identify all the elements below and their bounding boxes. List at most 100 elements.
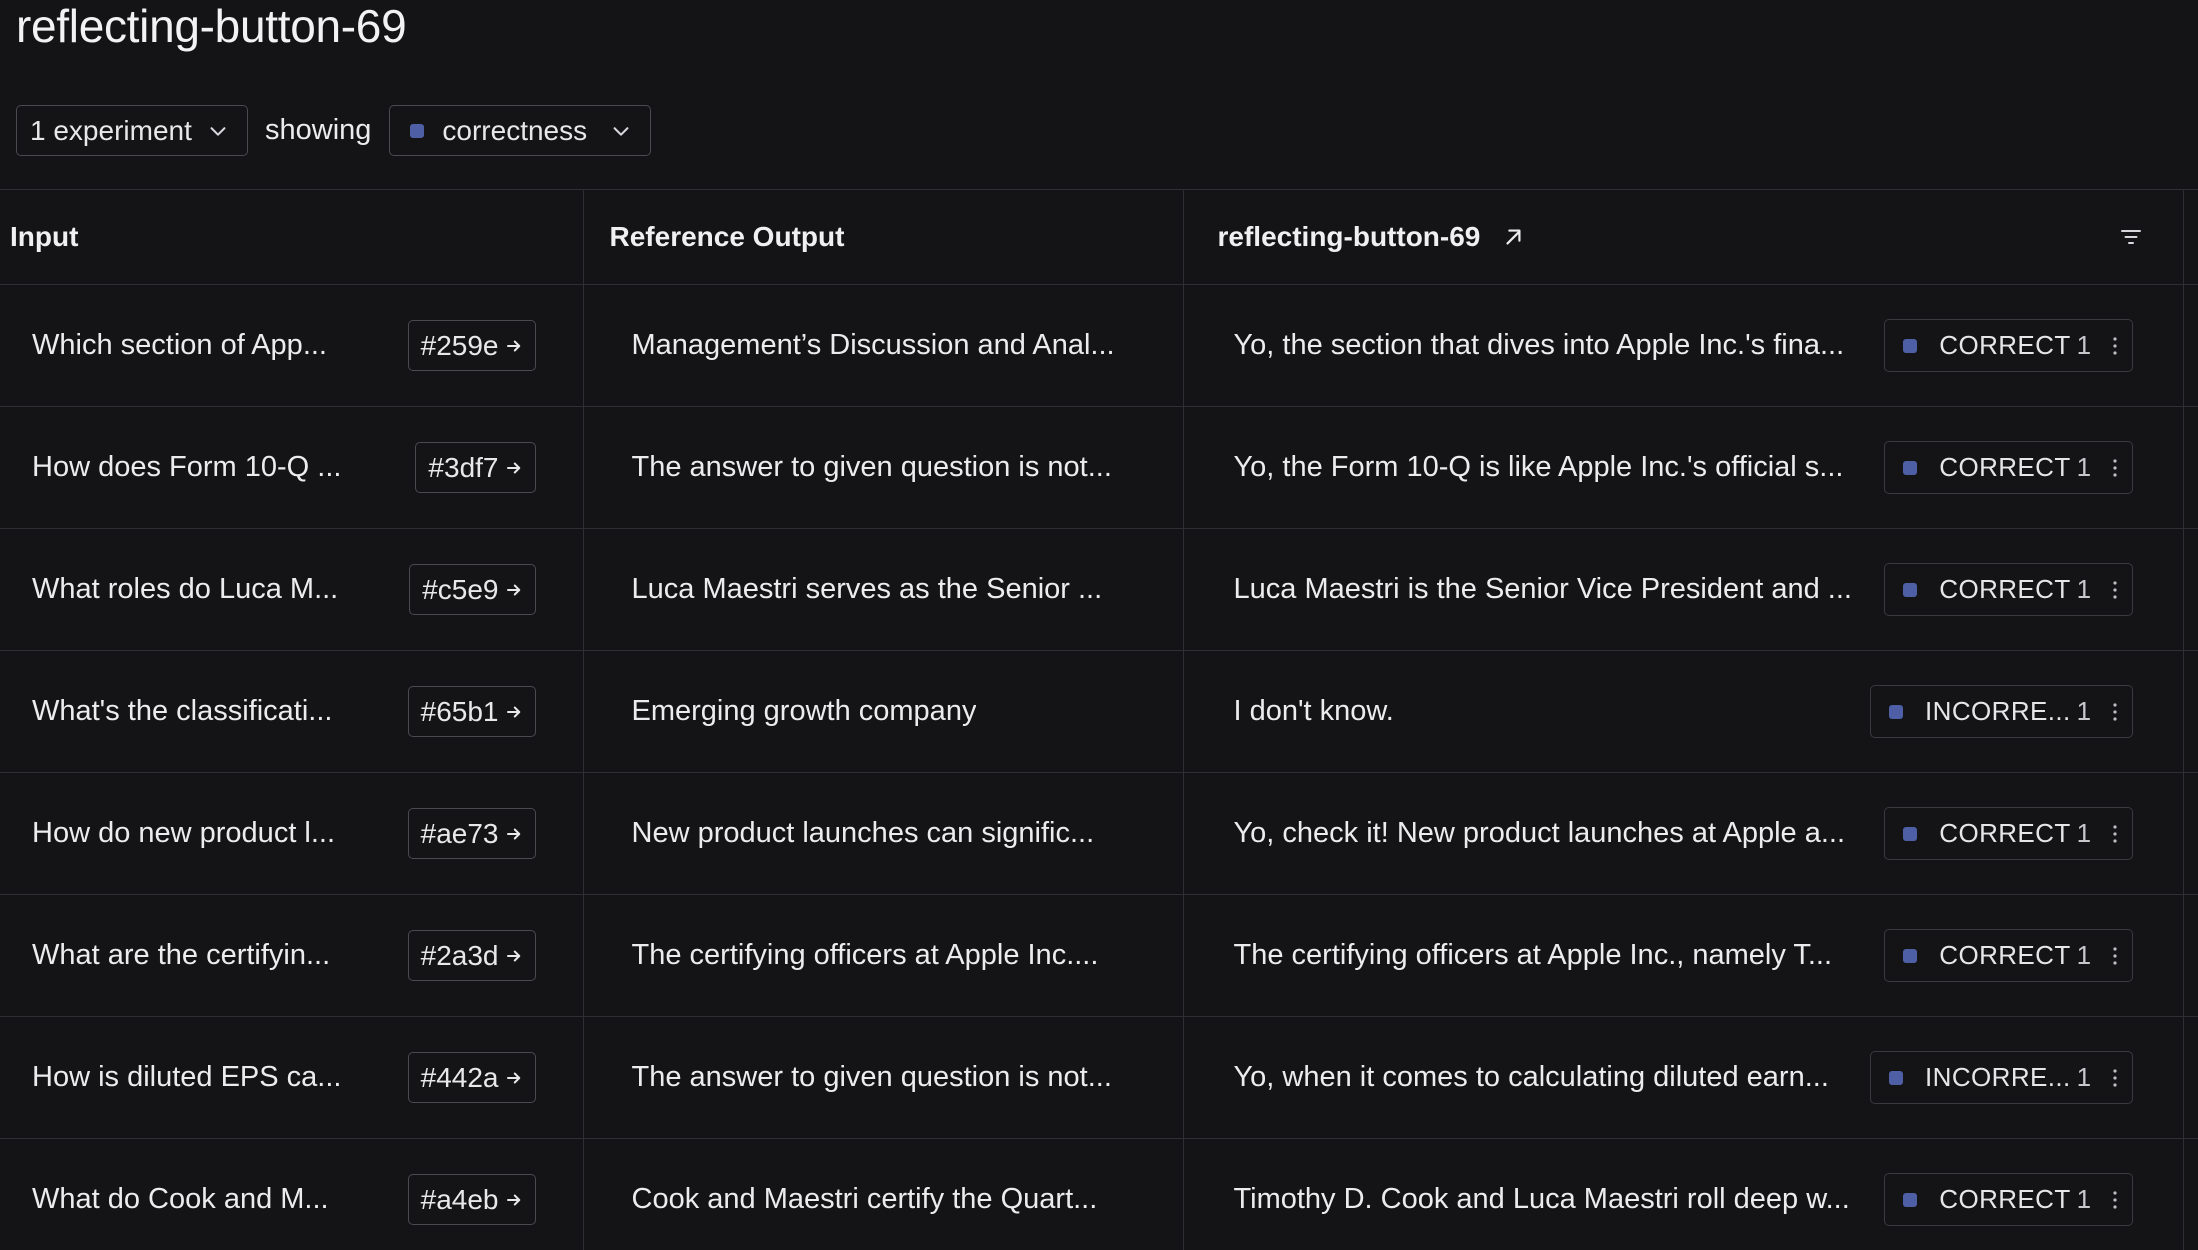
controls-bar: 1 experiment showing correctness xyxy=(16,104,652,157)
output-text: Yo, the Form 10-Q is like Apple Inc.'s o… xyxy=(1233,451,1844,483)
output-cell[interactable]: Yo, check it! New product launches at Ap… xyxy=(1183,772,2184,895)
example-id-link[interactable]: #259e xyxy=(407,320,536,371)
table-row[interactable]: Which section of App... #259e Management… xyxy=(0,284,2198,407)
reference-text: Management’s Discussion and Anal... xyxy=(631,329,1115,361)
kebab-menu-icon[interactable] xyxy=(2112,1190,2118,1210)
table-row[interactable]: How does Form 10-Q ... #3df7 The answer … xyxy=(0,406,2198,529)
kebab-menu-icon[interactable] xyxy=(2112,824,2118,844)
example-id-link[interactable]: #3df7 xyxy=(415,442,536,493)
example-id-link[interactable]: #ae73 xyxy=(407,808,536,859)
input-text: What are the certifyin... xyxy=(32,939,331,971)
output-text: Yo, check it! New product launches at Ap… xyxy=(1233,817,1846,849)
reference-text: Luca Maestri serves as the Senior ... xyxy=(631,573,1103,605)
feedback-score: 1 xyxy=(2076,1062,2092,1092)
kebab-menu-icon[interactable] xyxy=(2112,336,2118,356)
input-text: What do Cook and M... xyxy=(32,1183,329,1215)
table-edge xyxy=(2183,1016,2198,1139)
experiment-column-header: reflecting-button-69 xyxy=(1183,189,2184,285)
example-id-link[interactable]: #442a xyxy=(407,1052,536,1103)
metric-dropdown[interactable]: correctness xyxy=(389,105,652,156)
reference-cell: New product launches can signific... xyxy=(583,772,1184,895)
output-text: Luca Maestri is the Senior Vice Presiden… xyxy=(1233,573,1852,605)
feedback-badge[interactable]: CORRECT 1 xyxy=(1884,929,2133,982)
reference-text: New product launches can signific... xyxy=(631,817,1095,849)
kebab-menu-icon[interactable] xyxy=(2112,702,2118,722)
table-edge xyxy=(2183,528,2198,651)
table-edge xyxy=(2183,189,2198,285)
feedback-score: 1 xyxy=(2076,330,2092,360)
output-cell[interactable]: Luca Maestri is the Senior Vice Presiden… xyxy=(1183,528,2184,651)
output-cell[interactable]: Yo, when it comes to calculating diluted… xyxy=(1183,1016,2184,1139)
input-cell: What roles do Luca M... #c5e9 xyxy=(0,528,584,651)
reference-cell: The certifying officers at Apple Inc.... xyxy=(583,894,1184,1017)
reference-text: The answer to given question is not... xyxy=(631,1061,1112,1093)
example-id-link[interactable]: #2a3d xyxy=(407,930,536,981)
input-cell: What's the classificati... #65b1 xyxy=(0,650,584,773)
chevron-down-icon xyxy=(613,126,629,136)
arrow-right-icon xyxy=(506,584,520,595)
experiment-column-title[interactable]: reflecting-button-69 xyxy=(1218,221,1481,253)
output-text: Yo, when it comes to calculating diluted… xyxy=(1233,1061,1829,1093)
feedback-badge[interactable]: CORRECT 1 xyxy=(1884,441,2133,494)
experiment-page: reflecting-button-69 1 experiment showin… xyxy=(0,0,2198,1250)
feedback-badge[interactable]: INCORRE... 1 xyxy=(1870,1051,2133,1104)
output-text: Timothy D. Cook and Luca Maestri roll de… xyxy=(1233,1183,1850,1215)
reference-cell: Management’s Discussion and Anal... xyxy=(583,284,1184,407)
metric-color-dot xyxy=(1903,582,1918,597)
arrow-right-icon xyxy=(506,950,520,961)
experiment-count-label: 1 experiment xyxy=(30,114,192,146)
kebab-menu-icon[interactable] xyxy=(2112,1068,2118,1088)
feedback-result: INCORRE... xyxy=(1925,696,2071,726)
metric-color-dot xyxy=(1903,1192,1918,1207)
metric-color-dot xyxy=(1903,460,1918,475)
table-row[interactable]: How do new product l... #ae73 New produc… xyxy=(0,772,2198,895)
arrow-right-icon xyxy=(506,706,520,717)
external-arrow-icon[interactable] xyxy=(1502,226,1524,248)
kebab-menu-icon[interactable] xyxy=(2112,580,2118,600)
table-row[interactable]: What roles do Luca M... #c5e9 Luca Maest… xyxy=(0,528,2198,651)
table-row[interactable]: What are the certifyin... #2a3d The cert… xyxy=(0,894,2198,1017)
example-id-label: #3df7 xyxy=(428,451,499,483)
table-row[interactable]: What do Cook and M... #a4eb Cook and Mae… xyxy=(0,1138,2198,1250)
input-cell: How is diluted EPS ca... #442a xyxy=(0,1016,584,1139)
table-header-row: Input Reference Output reflecting-button… xyxy=(0,189,2198,285)
reference-cell: Luca Maestri serves as the Senior ... xyxy=(583,528,1184,651)
output-cell[interactable]: Yo, the section that dives into Apple In… xyxy=(1183,284,2184,407)
example-id-label: #259e xyxy=(420,329,499,361)
feedback-badge[interactable]: CORRECT 1 xyxy=(1884,1173,2133,1226)
feedback-result: CORRECT xyxy=(1939,1184,2071,1214)
feedback-result: CORRECT xyxy=(1939,818,2071,848)
feedback-badge[interactable]: CORRECT 1 xyxy=(1884,319,2133,372)
table-row[interactable]: How is diluted EPS ca... #442a The answe… xyxy=(0,1016,2198,1139)
input-cell: How do new product l... #ae73 xyxy=(0,772,584,895)
output-text: Yo, the section that dives into Apple In… xyxy=(1233,329,1845,361)
input-text: How do new product l... xyxy=(32,817,336,849)
output-cell[interactable]: I don't know. INCORRE... 1 xyxy=(1183,650,2184,773)
input-text: How is diluted EPS ca... xyxy=(32,1061,342,1093)
kebab-menu-icon[interactable] xyxy=(2112,946,2118,966)
output-text: The certifying officers at Apple Inc., n… xyxy=(1233,939,1833,971)
feedback-badge[interactable]: CORRECT 1 xyxy=(1884,807,2133,860)
feedback-score: 1 xyxy=(2076,940,2092,970)
kebab-menu-icon[interactable] xyxy=(2112,458,2118,478)
example-id-link[interactable]: #c5e9 xyxy=(409,564,536,615)
feedback-badge[interactable]: CORRECT 1 xyxy=(1884,563,2133,616)
example-id-link[interactable]: #65b1 xyxy=(407,686,536,737)
input-text: How does Form 10-Q ... xyxy=(32,451,342,483)
feedback-badge[interactable]: INCORRE... 1 xyxy=(1870,685,2133,738)
reference-text: The certifying officers at Apple Inc.... xyxy=(631,939,1099,971)
output-cell[interactable]: The certifying officers at Apple Inc., n… xyxy=(1183,894,2184,1017)
output-cell[interactable]: Timothy D. Cook and Luca Maestri roll de… xyxy=(1183,1138,2184,1250)
filter-icon[interactable] xyxy=(2119,225,2143,249)
output-cell[interactable]: Yo, the Form 10-Q is like Apple Inc.'s o… xyxy=(1183,406,2184,529)
input-cell: What are the certifyin... #2a3d xyxy=(0,894,584,1017)
reference-cell: The answer to given question is not... xyxy=(583,1016,1184,1139)
table-row[interactable]: What's the classificati... #65b1 Emergin… xyxy=(0,650,2198,773)
reference-text: Emerging growth company xyxy=(631,695,977,727)
table-edge xyxy=(2183,1138,2198,1250)
showing-label: showing xyxy=(265,114,372,146)
example-id-link[interactable]: #a4eb xyxy=(407,1174,536,1225)
table-edge xyxy=(2183,894,2198,1017)
feedback-score: 1 xyxy=(2076,696,2092,726)
experiment-count-dropdown[interactable]: 1 experiment xyxy=(16,105,248,156)
